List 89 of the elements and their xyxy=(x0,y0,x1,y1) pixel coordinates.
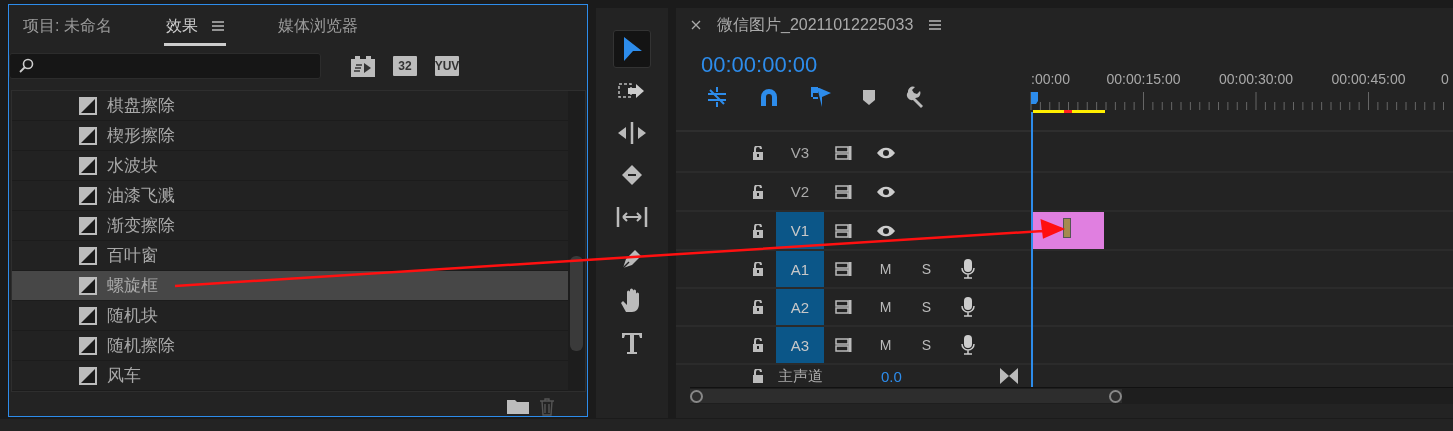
transition-icon xyxy=(79,96,97,115)
eye-icon[interactable] xyxy=(875,146,896,159)
mute-button[interactable]: M xyxy=(865,251,906,287)
lock-icon[interactable] xyxy=(752,223,764,238)
accelerated-effects-icon[interactable] xyxy=(351,55,375,78)
lock-icon[interactable] xyxy=(752,262,764,276)
transition-icon xyxy=(79,216,97,235)
transition-icon xyxy=(79,186,97,205)
close-icon[interactable] xyxy=(691,20,701,30)
effect-item[interactable]: 油漆飞溅 xyxy=(12,181,568,211)
lock-icon[interactable] xyxy=(752,338,764,352)
ruler-label: 00:00:45:00 xyxy=(1331,71,1406,87)
transition-icon xyxy=(79,336,97,355)
text-tool-icon xyxy=(621,331,643,355)
ruler-label: 00:00:15:00 xyxy=(1106,71,1181,87)
eye-icon[interactable] xyxy=(875,185,896,198)
snap-icon[interactable] xyxy=(758,86,780,108)
transition-marker[interactable] xyxy=(1063,218,1071,238)
transition-icon xyxy=(79,126,97,145)
solo-button[interactable]: S xyxy=(906,251,947,287)
track-target[interactable]: A1 xyxy=(776,251,824,287)
transition-icon xyxy=(79,156,97,175)
track-target[interactable]: A3 xyxy=(776,327,824,363)
effect-item[interactable]: 水波块 xyxy=(12,151,568,181)
track-target[interactable]: V2 xyxy=(776,173,824,210)
marker-icon[interactable] xyxy=(862,89,876,105)
effect-item[interactable]: 棋盘擦除 xyxy=(12,91,568,121)
effect-item[interactable]: 渐变擦除 xyxy=(12,211,568,241)
search-icon xyxy=(18,58,34,75)
sync-lock-icon[interactable] xyxy=(834,183,855,200)
dashed-box-arrow-icon xyxy=(618,81,646,101)
playhead-handle[interactable] xyxy=(1031,92,1038,104)
effect-item[interactable]: 楔形擦除 xyxy=(12,121,568,151)
filter-button[interactable]: YUV xyxy=(435,56,459,77)
eye-icon[interactable] xyxy=(875,224,896,237)
sequence-tab[interactable]: 微信图片_20211012225033 xyxy=(717,14,914,36)
track-target[interactable]: V3 xyxy=(776,134,824,171)
scroll-handle[interactable] xyxy=(690,389,703,403)
scroll-handle[interactable] xyxy=(1109,389,1122,403)
search-field[interactable] xyxy=(9,53,321,80)
scroll-thumb[interactable] xyxy=(570,256,583,351)
effect-item[interactable]: 螺旋框 xyxy=(12,271,568,301)
volume-value[interactable]: 0.0 xyxy=(881,367,902,385)
razor-icon xyxy=(620,163,644,187)
microphone-icon[interactable] xyxy=(960,259,975,279)
sync-lock-icon[interactable] xyxy=(834,299,855,315)
ruler-label: :00:00 xyxy=(1031,71,1070,87)
transition-icon xyxy=(79,306,97,325)
solo-button[interactable]: S xyxy=(906,327,947,363)
zoom-scrollbar[interactable] xyxy=(690,389,1122,403)
lock-icon[interactable] xyxy=(752,145,764,160)
lock-icon[interactable] xyxy=(752,184,764,199)
lock-icon[interactable] xyxy=(752,369,764,383)
transition-icon xyxy=(79,366,97,385)
microphone-icon[interactable] xyxy=(960,335,975,355)
effect-item[interactable]: 风车 xyxy=(12,361,568,391)
panel-tab[interactable]: 项目: 未命名 xyxy=(21,15,114,46)
ruler-label: 00:00:30:00 xyxy=(1219,71,1293,87)
track-target[interactable]: V1 xyxy=(776,212,824,249)
lock-icon[interactable] xyxy=(752,300,764,314)
slip-icon xyxy=(616,206,648,228)
linked-selection-icon[interactable] xyxy=(810,86,832,108)
panel-tab[interactable]: 效果 xyxy=(163,15,226,46)
ripple-edit-icon xyxy=(617,122,647,144)
sync-lock-icon[interactable] xyxy=(834,337,855,353)
folder-icon[interactable] xyxy=(507,398,529,414)
sync-lock-icon[interactable] xyxy=(834,261,855,277)
filter-button[interactable]: 32 xyxy=(393,56,417,77)
transition-icon xyxy=(79,276,97,295)
effect-item[interactable]: 随机擦除 xyxy=(12,331,568,361)
microphone-icon[interactable] xyxy=(960,297,975,317)
panel-tab[interactable]: 媒体浏览器 xyxy=(275,15,360,46)
track-target[interactable]: A2 xyxy=(776,289,824,325)
bowtie-icon[interactable] xyxy=(1000,368,1018,384)
sync-lock-icon[interactable] xyxy=(834,144,855,161)
menu-icon[interactable] xyxy=(929,20,942,30)
sync-lock-icon[interactable] xyxy=(834,222,855,239)
mute-button[interactable]: M xyxy=(865,327,906,363)
timecode[interactable]: 00:00:00:00 xyxy=(701,52,1030,78)
effect-item[interactable]: 随机块 xyxy=(12,301,568,331)
solo-button[interactable]: S xyxy=(906,289,947,325)
track-name: 主声道 xyxy=(778,366,823,386)
time-ruler[interactable]: :00:00 00:00:15:00 00:00:30:00 00:00:45:00 0 xyxy=(1030,42,1453,130)
menu-icon[interactable] xyxy=(211,21,224,32)
ruler-label: 0 xyxy=(1441,71,1449,87)
tool-button[interactable] xyxy=(613,30,651,68)
nest-icon[interactable] xyxy=(706,86,728,108)
mute-button[interactable]: M xyxy=(865,289,906,325)
transition-icon xyxy=(79,246,97,265)
